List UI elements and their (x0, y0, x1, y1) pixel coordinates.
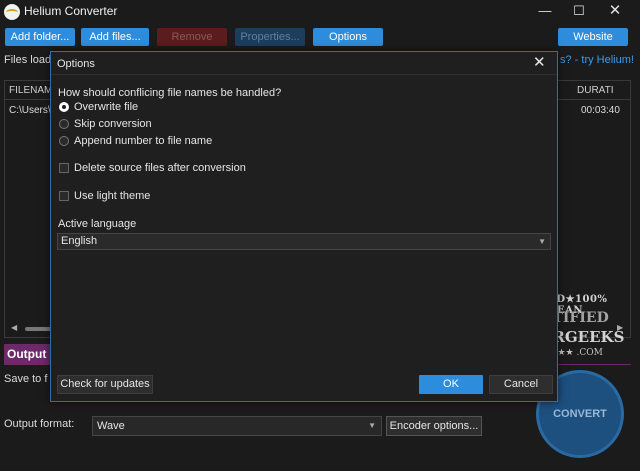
website-button[interactable]: Website (558, 28, 628, 46)
delete-source-checkbox[interactable] (59, 163, 69, 173)
radio-skip-conversion[interactable] (59, 119, 69, 129)
add-files-button[interactable]: Add files... (81, 28, 149, 46)
chevron-down-icon: ▼ (538, 237, 546, 246)
radio-append-number[interactable] (59, 136, 69, 146)
scroll-left-icon[interactable]: ◀ (11, 323, 17, 332)
dialog-title-divider (51, 74, 557, 75)
language-value: English (61, 235, 98, 247)
output-tab[interactable]: Output (4, 344, 50, 364)
conflict-question: How should conflicing file names be hand… (58, 87, 282, 99)
radio-overwrite-file[interactable] (59, 102, 69, 112)
maximize-button[interactable]: ☐ (562, 0, 596, 24)
cancel-button[interactable]: Cancel (489, 375, 553, 394)
title-bar: Helium Converter — ☐ ✕ (0, 0, 640, 24)
file-row-duration: 00:03:40 (581, 105, 620, 116)
properties-button[interactable]: Properties... (235, 28, 305, 46)
radio-skip-label[interactable]: Skip conversion (74, 118, 152, 130)
files-loaded-text: Files load (4, 54, 52, 66)
check-updates-button[interactable]: Check for updates (57, 375, 153, 394)
radio-overwrite-label[interactable]: Overwrite file (74, 101, 138, 113)
options-dialog: Options ✕ How should conflicing file nam… (50, 51, 558, 402)
remove-button[interactable]: Remove (157, 28, 227, 46)
encoder-options-button[interactable]: Encoder options... (386, 416, 482, 436)
language-label: Active language (58, 218, 137, 230)
delete-source-label[interactable]: Delete source files after conversion (74, 162, 246, 174)
dialog-close-button[interactable]: ✕ (533, 53, 546, 71)
language-select[interactable]: English ▼ (57, 233, 551, 250)
light-theme-label[interactable]: Use light theme (74, 190, 150, 202)
output-format-select[interactable]: Wave ▼ (92, 416, 382, 436)
light-theme-checkbox[interactable] (59, 191, 69, 201)
output-format-label: Output format: (4, 418, 75, 430)
options-button[interactable]: Options (313, 28, 383, 46)
save-to-label: Save to f (4, 373, 48, 385)
app-logo-icon (4, 4, 20, 20)
promo-link[interactable]: s? - try Helium! (560, 54, 634, 66)
window-title: Helium Converter (24, 4, 118, 18)
dialog-title: Options (57, 58, 95, 70)
column-filename[interactable]: FILENAM (9, 85, 52, 96)
output-format-value: Wave (97, 420, 125, 432)
ok-button[interactable]: OK (419, 375, 483, 394)
chevron-down-icon: ▼ (368, 421, 376, 430)
minimize-button[interactable]: — (528, 0, 562, 24)
column-duration[interactable]: DURATI (577, 85, 613, 96)
file-row-path[interactable]: C:\Users\ (9, 105, 51, 116)
add-folder-button[interactable]: Add folder... (5, 28, 75, 46)
radio-append-label[interactable]: Append number to file name (74, 135, 212, 147)
close-window-button[interactable]: ✕ (598, 0, 632, 24)
